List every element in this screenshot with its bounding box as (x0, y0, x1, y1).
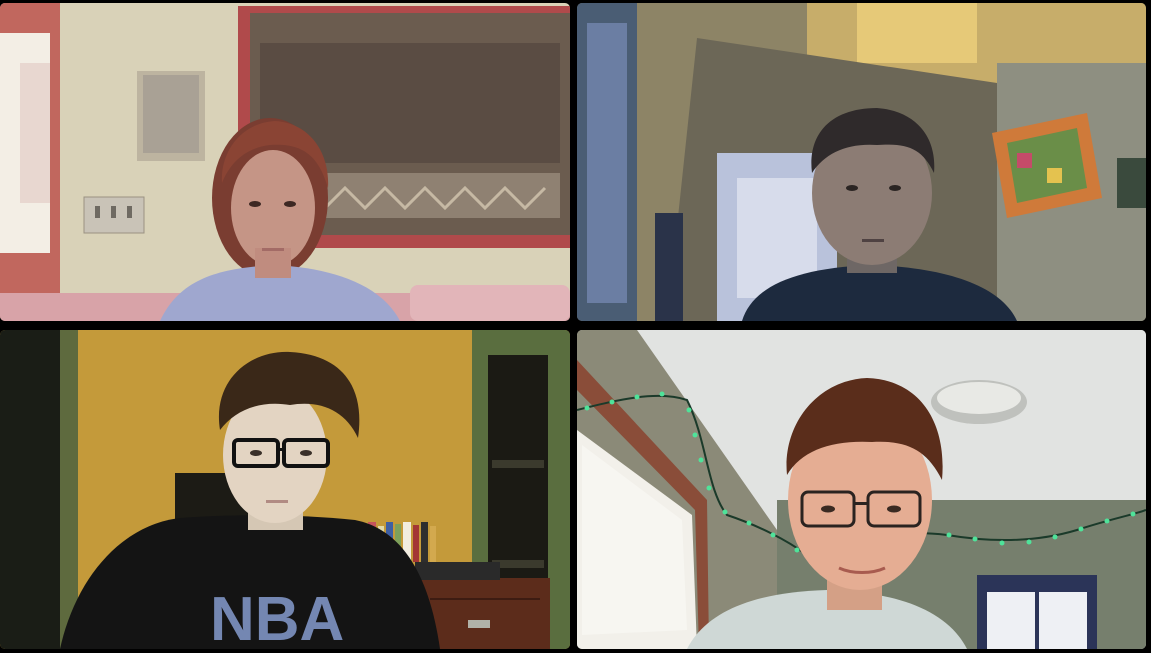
participant-video-tile-4[interactable] (577, 330, 1146, 649)
video-gallery: NBA (0, 0, 1151, 653)
participant-video-tile-2[interactable] (577, 3, 1146, 321)
participant-video-tile-3[interactable]: NBA (0, 330, 570, 649)
participant-3-video-frame: NBA (0, 330, 570, 649)
participant-4-video-frame (577, 330, 1146, 649)
shirt-logo-text: NBA (210, 585, 344, 649)
participant-video-tile-1[interactable] (0, 3, 570, 321)
participant-2-video-frame (577, 3, 1146, 321)
participant-1-video-frame (0, 3, 570, 321)
